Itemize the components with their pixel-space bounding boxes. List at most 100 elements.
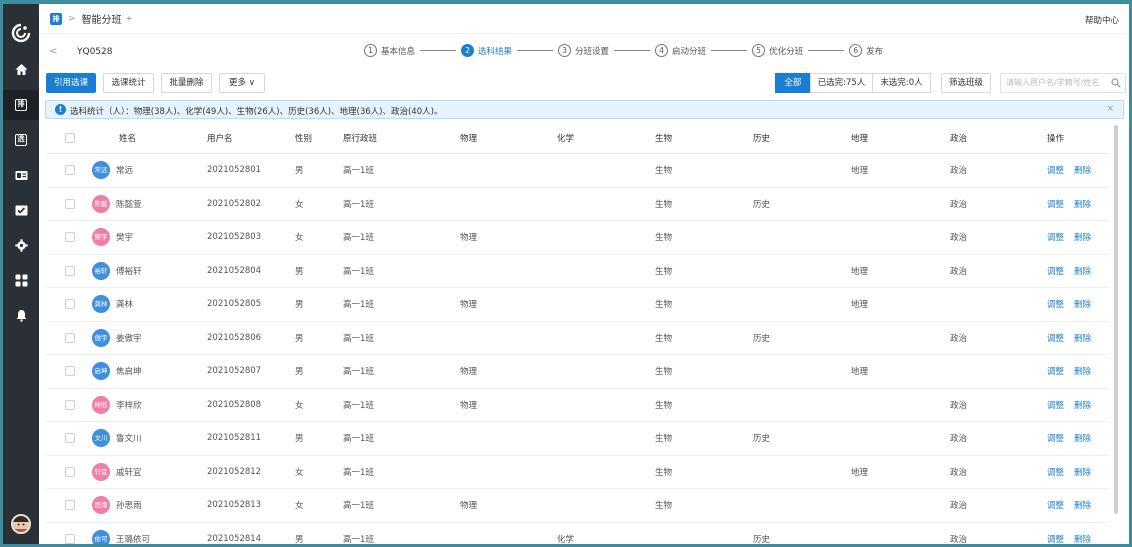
info-icon: ! (55, 104, 66, 115)
page-title[interactable]: 智能分班 (82, 11, 122, 26)
app-window: 排 选 排 > 智能分班 ÷ 帮助中心 < YQ0528 1 基本信息 2 选科… (0, 0, 1132, 547)
delete-link[interactable]: 删除 (1074, 231, 1091, 243)
row-checkbox[interactable] (65, 456, 75, 489)
sidebar-item-apps[interactable] (3, 265, 39, 295)
delete-link[interactable]: 删除 (1074, 466, 1091, 478)
cell-username: 2021052803 (207, 232, 262, 243)
table-body: 常远 常远 2021052801 男高一1班 生物 地理 政治 调整 删除 陈懿 陈懿萱 202105… (47, 154, 1109, 545)
cell-biology: 生物 (655, 300, 673, 311)
course-stats-alert: ! 选科统计（人）：物理(38人)、化学(49人)、生物(26人)、历史(36人… (45, 100, 1124, 119)
student-name: 陈懿萱 (116, 199, 142, 210)
row-checkbox[interactable] (65, 154, 75, 187)
cell-gender: 女 (295, 233, 304, 244)
title-switch-icon[interactable]: ÷ (126, 14, 133, 23)
sidebar-item-class-arrange[interactable]: 排 (3, 90, 39, 120)
delete-link[interactable]: 删除 (1074, 265, 1091, 277)
delete-link[interactable]: 删除 (1074, 365, 1091, 377)
adjust-link[interactable]: 调整 (1047, 466, 1064, 478)
step-start-arrange[interactable]: 4 启动分班 (655, 44, 706, 57)
delete-link[interactable]: 删除 (1074, 499, 1091, 511)
cell-username: 2021052802 (207, 198, 262, 209)
table-scrollbar[interactable] (1114, 125, 1118, 514)
delete-link[interactable]: 删除 (1074, 399, 1091, 411)
user-avatar[interactable] (11, 514, 31, 534)
delete-link[interactable]: 删除 (1074, 533, 1091, 544)
adjust-link[interactable]: 调整 (1047, 432, 1064, 444)
help-center-link[interactable]: 帮助中心 (1085, 14, 1119, 26)
select-all-checkbox[interactable] (65, 123, 75, 153)
cell-politics: 政治 (950, 501, 968, 512)
sidebar-item-tasks[interactable] (3, 195, 39, 225)
row-checkbox[interactable] (65, 523, 75, 545)
student-avatar: 启坤 (92, 362, 110, 381)
row-checkbox[interactable] (65, 422, 75, 455)
sidebar-item-settings[interactable] (3, 230, 39, 260)
row-checkbox[interactable] (65, 355, 75, 388)
more-dropdown-button[interactable]: 更多 ∨ (219, 73, 265, 93)
adjust-link[interactable]: 调整 (1047, 198, 1064, 210)
cell-physics: 物理 (460, 300, 478, 311)
filter-selected-tab[interactable]: 已选完:75人 (810, 73, 873, 93)
name-cell: 思雨 孙思雨 (92, 489, 142, 522)
student-name: 焦启坤 (116, 367, 142, 378)
adjust-link[interactable]: 调整 (1047, 332, 1064, 344)
cite-course-button[interactable]: 引用选课 (46, 73, 96, 93)
step-optimize[interactable]: 5 优化分班 (752, 44, 803, 57)
adjust-link[interactable]: 调整 (1047, 365, 1064, 377)
cell-politics: 政治 (950, 199, 968, 210)
adjust-link[interactable]: 调整 (1047, 164, 1064, 176)
course-stats-button[interactable]: 选课统计 (103, 73, 154, 93)
sidebar-item-classroom[interactable] (3, 160, 39, 190)
select-course-icon: 选 (15, 134, 27, 146)
cell-class: 高一1班 (343, 467, 374, 478)
checklist-icon (15, 205, 27, 215)
row-checkbox[interactable] (65, 188, 75, 221)
sidebar-item-course-select[interactable]: 选 (3, 125, 39, 155)
row-checkbox[interactable] (65, 288, 75, 321)
step-connector (808, 50, 845, 51)
delete-link[interactable]: 删除 (1074, 432, 1091, 444)
table-row: 裕轩 傅裕轩 2021052804 男 高一1班 生物 地理 政治 调整 删除 (47, 255, 1109, 288)
filter-class-button[interactable]: 筛选班级 (941, 73, 991, 93)
cell-gender: 男 (295, 534, 304, 545)
step-publish[interactable]: 6 发布 (849, 44, 883, 57)
step-course-result[interactable]: 2 选科结果 (461, 44, 512, 57)
filter-unselected-tab[interactable]: 未选完:0人 (872, 73, 931, 93)
step-class-settings[interactable]: 3 分班设置 (558, 44, 609, 57)
row-checkbox[interactable] (65, 489, 75, 522)
step-basic-info[interactable]: 1 基本信息 (364, 44, 415, 57)
col-header-class: 原行政班 (343, 134, 378, 144)
adjust-link[interactable]: 调整 (1047, 533, 1064, 544)
adjust-link[interactable]: 调整 (1047, 298, 1064, 310)
search-input[interactable]: 请输入用户名/学籍号/姓名 (1000, 73, 1126, 93)
adjust-link[interactable]: 调整 (1047, 265, 1064, 277)
back-arrow-icon[interactable]: < (49, 46, 57, 57)
sidebar-item-home[interactable] (3, 54, 39, 84)
student-avatar: 龚林 (92, 295, 110, 314)
cell-biology: 生物 (655, 199, 673, 210)
filter-all-tab[interactable]: 全部 (775, 73, 811, 93)
delete-link[interactable]: 删除 (1074, 298, 1091, 310)
delete-link[interactable]: 删除 (1074, 332, 1091, 344)
delete-link[interactable]: 删除 (1074, 198, 1091, 210)
cell-class: 高一1班 (343, 367, 374, 378)
row-checkbox[interactable] (65, 389, 75, 422)
ops-cell: 调整 删除 (1047, 456, 1101, 489)
ops-cell: 调整 删除 (1047, 288, 1101, 321)
cell-physics: 物理 (460, 400, 478, 411)
cell-username: 2021052811 (207, 433, 262, 444)
batch-delete-button[interactable]: 批量删除 (161, 73, 212, 93)
search-icon[interactable] (1111, 78, 1121, 88)
adjust-link[interactable]: 调整 (1047, 499, 1064, 511)
adjust-link[interactable]: 调整 (1047, 231, 1064, 243)
row-checkbox[interactable] (65, 322, 75, 355)
cell-physics: 物理 (460, 367, 478, 378)
adjust-link[interactable]: 调整 (1047, 399, 1064, 411)
student-avatar: 樊宇 (92, 228, 110, 247)
row-checkbox[interactable] (65, 221, 75, 254)
delete-link[interactable]: 删除 (1074, 164, 1091, 176)
sidebar-item-notifications[interactable] (3, 300, 39, 330)
student-name: 常远 (116, 166, 134, 177)
row-checkbox[interactable] (65, 255, 75, 288)
close-icon[interactable]: × (1106, 104, 1114, 114)
